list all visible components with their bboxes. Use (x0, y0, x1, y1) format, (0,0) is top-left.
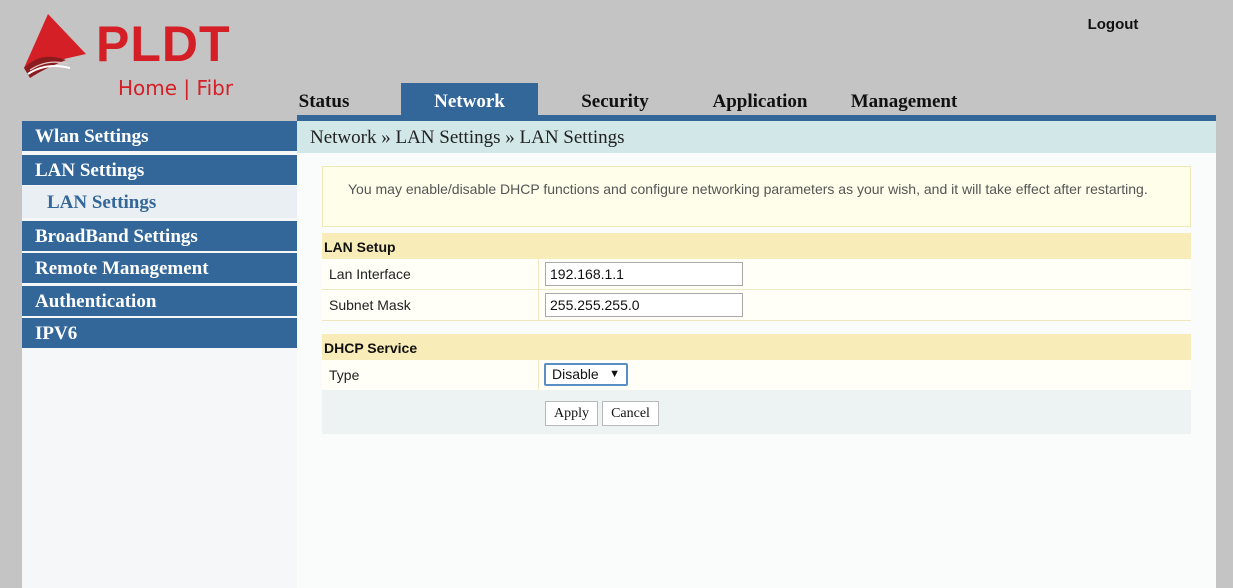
brand-tagline: Home | Fibr (118, 76, 234, 100)
pldt-logo: PLDT Home | Fibr (20, 10, 260, 102)
cancel-button[interactable]: Cancel (602, 401, 659, 426)
form-actions: Apply Cancel (322, 390, 1191, 434)
lan-setup-title: LAN Setup (322, 233, 1191, 259)
sidebar-item-lan-settings[interactable]: LAN Settings (22, 155, 297, 185)
subnet-mask-row: Subnet Mask (322, 290, 1191, 321)
dhcp-service-title: DHCP Service (322, 334, 1191, 360)
lan-setup-section: LAN Setup Lan Interface Subnet Mask (322, 233, 1191, 321)
sidebar-item-remote-management[interactable]: Remote Management (22, 253, 297, 283)
dhcp-type-value: Disable (552, 366, 599, 382)
info-notice: You may enable/disable DHCP functions an… (322, 166, 1191, 227)
logout-link[interactable]: Logout (1068, 16, 1158, 33)
apply-button[interactable]: Apply (545, 401, 598, 426)
sidebar: Wlan Settings LAN Settings LAN Settings … (22, 121, 297, 588)
tab-status[interactable]: Status (262, 83, 386, 115)
lan-interface-label: Lan Interface (322, 259, 539, 289)
dhcp-service-section: DHCP Service Type Disable ▼ (322, 334, 1191, 391)
dhcp-type-row: Type Disable ▼ (322, 360, 1191, 391)
tab-management[interactable]: Management (840, 83, 968, 115)
dhcp-type-label: Type (322, 360, 539, 390)
pldt-logo-icon (24, 14, 86, 78)
tab-application[interactable]: Application (692, 83, 828, 115)
sidebar-item-authentication[interactable]: Authentication (22, 286, 297, 316)
tab-security[interactable]: Security (552, 83, 678, 115)
sidebar-item-wlan-settings[interactable]: Wlan Settings (22, 121, 297, 151)
sidebar-item-ipv6[interactable]: IPV6 (22, 318, 297, 348)
main-content: Network » LAN Settings » LAN Settings Yo… (297, 121, 1216, 588)
sidebar-subitem-lan-settings[interactable]: LAN Settings (22, 186, 297, 218)
brand-name: PLDT (96, 16, 231, 72)
lan-interface-row: Lan Interface (322, 259, 1191, 290)
chevron-down-icon: ▼ (609, 368, 620, 380)
subnet-mask-input[interactable] (545, 293, 743, 317)
sidebar-item-broadband-settings[interactable]: BroadBand Settings (22, 221, 297, 251)
breadcrumb: Network » LAN Settings » LAN Settings (297, 121, 1216, 153)
subnet-mask-label: Subnet Mask (322, 290, 539, 320)
lan-interface-input[interactable] (545, 262, 743, 286)
tab-network[interactable]: Network (401, 83, 538, 115)
dhcp-type-select[interactable]: Disable ▼ (544, 363, 628, 386)
